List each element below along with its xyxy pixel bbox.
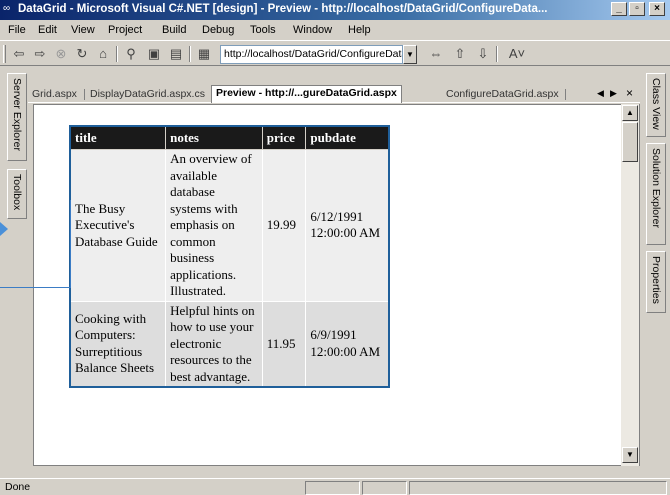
menu-edit[interactable]: Edit [38, 24, 57, 36]
tab-separator [565, 89, 566, 100]
refresh-icon[interactable]: ↻ [73, 45, 91, 63]
menu-build[interactable]: Build [162, 24, 186, 36]
cell-price: 19.99 [261, 149, 307, 302]
font-size-icon[interactable]: A˅ [504, 45, 530, 63]
status-text: Done [5, 481, 31, 493]
class-view-tab[interactable]: Class View [646, 73, 666, 137]
server-explorer-tab[interactable]: Server Explorer [7, 73, 27, 161]
maximize-button[interactable]: ▫ [629, 2, 645, 16]
sync-icon[interactable]: ▦ [195, 45, 213, 63]
table-row: Cooking with Computers: Surreptitious Ba… [69, 300, 390, 388]
search-icon[interactable]: ⚲ [122, 45, 140, 63]
callout-line [0, 287, 70, 288]
column-header-notes: notes [165, 125, 263, 150]
menu-view[interactable]: View [71, 24, 95, 36]
column-header-price: price [261, 125, 307, 150]
url-dropdown-button[interactable]: ▼ [403, 45, 417, 64]
menu-debug[interactable]: Debug [202, 24, 234, 36]
sync-toc-icon[interactable]: ⇔ [427, 45, 445, 63]
table-row: The Busy Executive's Database Guide An o… [69, 149, 390, 302]
next-page-icon[interactable]: ⇩ [474, 45, 492, 63]
data-grid: title notes price pubdate The Busy Execu… [69, 125, 390, 388]
menu-file[interactable]: File [8, 24, 26, 36]
back-icon[interactable]: ⇦ [10, 45, 28, 63]
tab-separator [84, 89, 85, 100]
cell-title: The Busy Executive's Database Guide [69, 149, 167, 302]
menu-tools[interactable]: Tools [250, 24, 276, 36]
scroll-thumb[interactable] [622, 122, 638, 162]
callout-arrow-icon [0, 222, 8, 236]
forward-icon[interactable]: ⇨ [31, 45, 49, 63]
cell-notes: An overview of available database system… [165, 149, 263, 302]
cell-notes: Helpful hints on how to use your electro… [165, 300, 263, 388]
menu-window[interactable]: Window [293, 24, 332, 36]
tab-grid-aspx[interactable]: Grid.aspx [28, 87, 81, 101]
prev-page-icon[interactable]: ⇧ [451, 45, 469, 63]
close-button[interactable]: × [649, 2, 665, 16]
vs-icon: ∞ [3, 3, 11, 14]
favorites-icon[interactable]: ▣ [145, 45, 163, 63]
history-icon[interactable]: ▤ [167, 45, 185, 63]
left-dock: Server Explorer Toolbox [0, 67, 28, 467]
cell-pubdate: 6/9/1991 12:00:00 AM [305, 300, 390, 388]
stop-icon[interactable]: ⊗ [52, 45, 70, 63]
status-pane [362, 481, 407, 495]
status-pane [305, 481, 360, 495]
status-pane [409, 481, 667, 495]
preview-pane: title notes price pubdate The Busy Execu… [33, 104, 640, 466]
column-header-title: title [69, 125, 167, 150]
cell-title: Cooking with Computers: Surreptitious Ba… [69, 300, 167, 388]
tab-configuredatagrid-aspx[interactable]: ConfigureDataGrid.aspx [442, 87, 563, 101]
menu-project[interactable]: Project [108, 24, 142, 36]
toolbar-separator [116, 46, 118, 62]
document-tabs: Grid.aspx DisplayDataGrid.aspx.cs Previe… [28, 85, 640, 103]
status-bar: Done [0, 478, 670, 495]
toolbox-tab[interactable]: Toolbox [7, 169, 27, 219]
scroll-up-icon[interactable]: ▲ [622, 105, 638, 121]
toolbar-separator [189, 46, 191, 62]
toolbar-grip[interactable] [3, 45, 6, 63]
web-toolbar: ⇦ ⇨ ⊗ ↻ ⌂ ⚲ ▣ ▤ ▦ http://localhost/DataG… [0, 40, 670, 66]
column-header-pubdate: pubdate [305, 125, 390, 150]
solution-explorer-tab[interactable]: Solution Explorer [646, 143, 666, 245]
tab-preview[interactable]: Preview - http://...gureDataGrid.aspx [211, 85, 402, 103]
menu-bar: File Edit View Project Build Debug Tools… [0, 20, 670, 40]
url-input[interactable]: http://localhost/DataGrid/ConfigureDataG… [220, 45, 403, 64]
close-tab-icon[interactable]: × [626, 86, 633, 100]
cell-price: 11.95 [261, 300, 307, 388]
minimize-button[interactable]: _ [611, 2, 627, 16]
tab-displaydatagrid-cs[interactable]: DisplayDataGrid.aspx.cs [86, 87, 209, 101]
right-dock: Class View Solution Explorer Properties [640, 67, 670, 467]
scroll-down-icon[interactable]: ▼ [622, 447, 638, 463]
home-icon[interactable]: ⌂ [94, 45, 112, 63]
toolbar-separator [496, 46, 498, 62]
tab-scroll-right-icon[interactable]: ▶ [610, 88, 617, 99]
cell-pubdate: 6/12/1991 12:00:00 AM [305, 149, 390, 302]
menu-help[interactable]: Help [348, 24, 371, 36]
grid-header-row: title notes price pubdate [69, 125, 390, 150]
title-bar: ∞ DataGrid - Microsoft Visual C#.NET [de… [0, 0, 670, 20]
vertical-scrollbar[interactable]: ▲ ▼ [621, 104, 639, 466]
properties-tab[interactable]: Properties [646, 251, 666, 313]
window-title: DataGrid - Microsoft Visual C#.NET [desi… [18, 3, 548, 15]
callout-line [70, 200, 71, 288]
tab-scroll-left-icon[interactable]: ◀ [597, 88, 604, 99]
